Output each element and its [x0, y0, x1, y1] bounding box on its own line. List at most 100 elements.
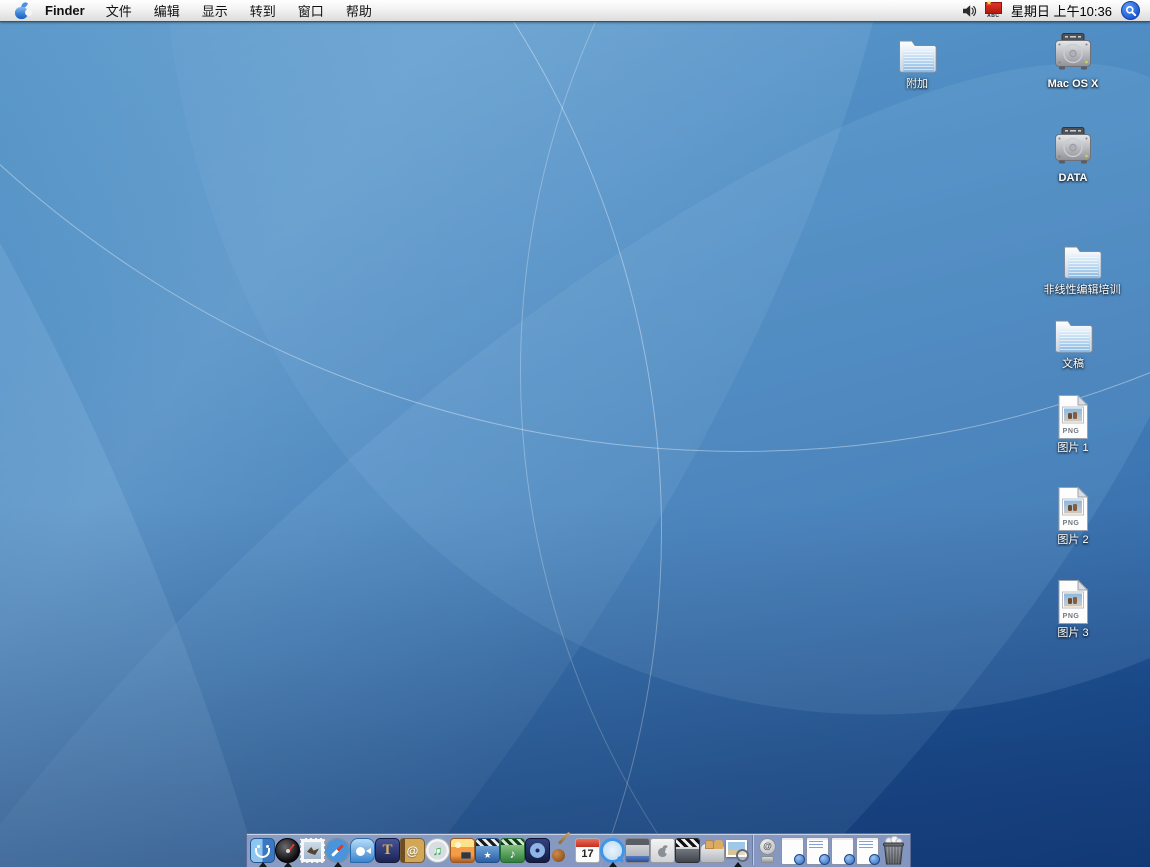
- grey-apple-glyph: [657, 845, 668, 857]
- dock-video-deck-icon[interactable]: [625, 836, 650, 865]
- itunes-cd-icon: ♫: [425, 838, 450, 863]
- flag-star: ★: [986, 0, 992, 7]
- dock-mail-icon[interactable]: [300, 836, 325, 865]
- running-indicator: [284, 862, 292, 867]
- trash-basket-icon: [880, 836, 907, 865]
- at-glyph: @: [759, 838, 776, 855]
- address-book-icon: @: [400, 838, 425, 863]
- folder-icon: [893, 36, 941, 76]
- music-notes-glyph: ♫: [433, 844, 443, 857]
- quicktime-q-icon: [600, 838, 625, 863]
- menu-bar-status: ★ ABC 星期日 上午10:36: [962, 0, 1150, 21]
- dock-address-book-icon[interactable]: @: [400, 836, 425, 865]
- dock-minimized-window-1[interactable]: [780, 836, 805, 865]
- dock-trash-icon[interactable]: [880, 836, 907, 865]
- iphoto-sunset-icon: [450, 838, 475, 863]
- desktop-icon-label: 文稿: [1062, 358, 1084, 371]
- at-glyph: @: [407, 845, 419, 857]
- png-badge: PNG: [1054, 613, 1088, 620]
- dock-dashboard-icon[interactable]: [275, 836, 300, 865]
- desktop-icon-image-1[interactable]: PNG 图片 1: [1031, 394, 1115, 455]
- dock-preview-icon[interactable]: [725, 836, 750, 865]
- png-file-icon: PNG: [1054, 486, 1092, 532]
- clapperboard-icon: [675, 838, 700, 863]
- dock-idvd-icon[interactable]: [525, 836, 550, 865]
- stand-base: [761, 856, 774, 863]
- desktop-icon-image-3[interactable]: PNG 图片 3: [1031, 579, 1115, 640]
- desktop-icon-drive-data[interactable]: DATA: [1031, 126, 1115, 185]
- png-file-icon: PNG: [1054, 579, 1092, 625]
- desktop-icon-folder-1[interactable]: 附加: [875, 36, 959, 91]
- dock-apple-box-icon[interactable]: [650, 836, 675, 865]
- guitar-icon: [550, 838, 575, 863]
- apple-bite: [25, 9, 32, 16]
- menu-window[interactable]: 窗口: [287, 0, 335, 21]
- apple-menu-icon[interactable]: [14, 3, 29, 19]
- desktop-icon-drive-macosx[interactable]: Mac OS X: [1031, 32, 1115, 91]
- dock-separator: [752, 835, 753, 865]
- dock-ichat-icon[interactable]: [350, 836, 375, 865]
- dock-itunes-icon[interactable]: ♫: [425, 836, 450, 865]
- safari-compass-icon: [325, 838, 350, 863]
- dock-minimized-window-4[interactable]: [855, 836, 880, 865]
- png-file-icon: PNG: [1054, 394, 1092, 440]
- video-deck-icon: [625, 838, 650, 863]
- desktop-icon-label: DATA: [1059, 172, 1088, 185]
- input-method-menu[interactable]: ★ ABC: [985, 2, 1002, 19]
- wallpaper-shade: [0, 0, 1150, 867]
- idvd-disc-icon: [525, 838, 550, 863]
- desktop-icon-label: Mac OS X: [1048, 78, 1099, 91]
- desktop-icon-label: 图片 2: [1057, 534, 1088, 547]
- folder-icon: [1058, 242, 1106, 282]
- calendar-icon: 17: [575, 838, 600, 863]
- folder-icon: [1049, 316, 1097, 356]
- menu-view[interactable]: 显示: [191, 0, 239, 21]
- dock-clapperboard-icon[interactable]: [675, 836, 700, 865]
- running-indicator: [334, 862, 342, 867]
- desktop-icon-folder-3[interactable]: 文稿: [1031, 316, 1115, 371]
- hard-drive-icon: [1049, 126, 1097, 170]
- running-indicator: [609, 862, 617, 867]
- desktop-icon-image-2[interactable]: PNG 图片 2: [1031, 486, 1115, 547]
- dock-ical-icon[interactable]: 17: [575, 836, 600, 865]
- dock-garageband-icon[interactable]: [550, 836, 575, 865]
- dock-finder-icon[interactable]: [250, 836, 275, 865]
- menu-help[interactable]: 帮助: [335, 0, 383, 21]
- menu-app-name[interactable]: Finder: [35, 0, 95, 21]
- dock-minimized-window-2[interactable]: [805, 836, 830, 865]
- dock-iphoto-icon[interactable]: [450, 836, 475, 865]
- minimized-window-icon: [856, 837, 879, 865]
- finder-icon: [250, 838, 275, 863]
- menu-clock[interactable]: 星期日 上午10:36: [1009, 1, 1114, 20]
- menu-edit[interactable]: 编辑: [143, 0, 191, 21]
- volume-icon[interactable]: [962, 4, 978, 18]
- calendar-date: 17: [581, 849, 593, 860]
- at-stand-icon: @: [755, 838, 780, 863]
- music-note-glyph: ♪: [510, 848, 516, 860]
- dock: T @ ♫ ★ ♪ 17: [246, 833, 911, 867]
- dock-letter-t-app-icon[interactable]: T: [375, 836, 400, 865]
- dock-url-link-icon[interactable]: @: [755, 836, 780, 865]
- hard-drive-icon: [1049, 32, 1097, 76]
- imovie-clapper-icon: ★: [475, 838, 500, 863]
- dock-quicktime-icon[interactable]: [600, 836, 625, 865]
- desktop-screen: Finder 文件 编辑 显示 转到 窗口 帮助 ★ ABC 星期日 上午10:…: [0, 0, 1150, 867]
- png-badge: PNG: [1054, 428, 1088, 435]
- letter-t-icon: T: [375, 838, 400, 863]
- china-flag-icon: ★: [985, 2, 1002, 14]
- input-method-label: ABC: [987, 14, 999, 19]
- desktop-icon-folder-2[interactable]: 非线性编辑培训: [1012, 242, 1150, 297]
- menu-go[interactable]: 转到: [239, 0, 287, 21]
- preview-loupe-icon: [725, 838, 750, 863]
- ichat-bubble-icon: [350, 838, 375, 863]
- dock-minimized-window-3[interactable]: [830, 836, 855, 865]
- dock-toaster-icon[interactable]: [700, 836, 725, 865]
- dock-safari-icon[interactable]: [325, 836, 350, 865]
- dock-green-clapper-icon[interactable]: ♪: [500, 836, 525, 865]
- spotlight-icon[interactable]: [1121, 1, 1140, 20]
- desktop-icon-label: 图片 1: [1057, 442, 1088, 455]
- apple-box-icon: [650, 838, 675, 863]
- dashboard-icon: [275, 838, 300, 863]
- menu-file[interactable]: 文件: [95, 0, 143, 21]
- dock-imovie-icon[interactable]: ★: [475, 836, 500, 865]
